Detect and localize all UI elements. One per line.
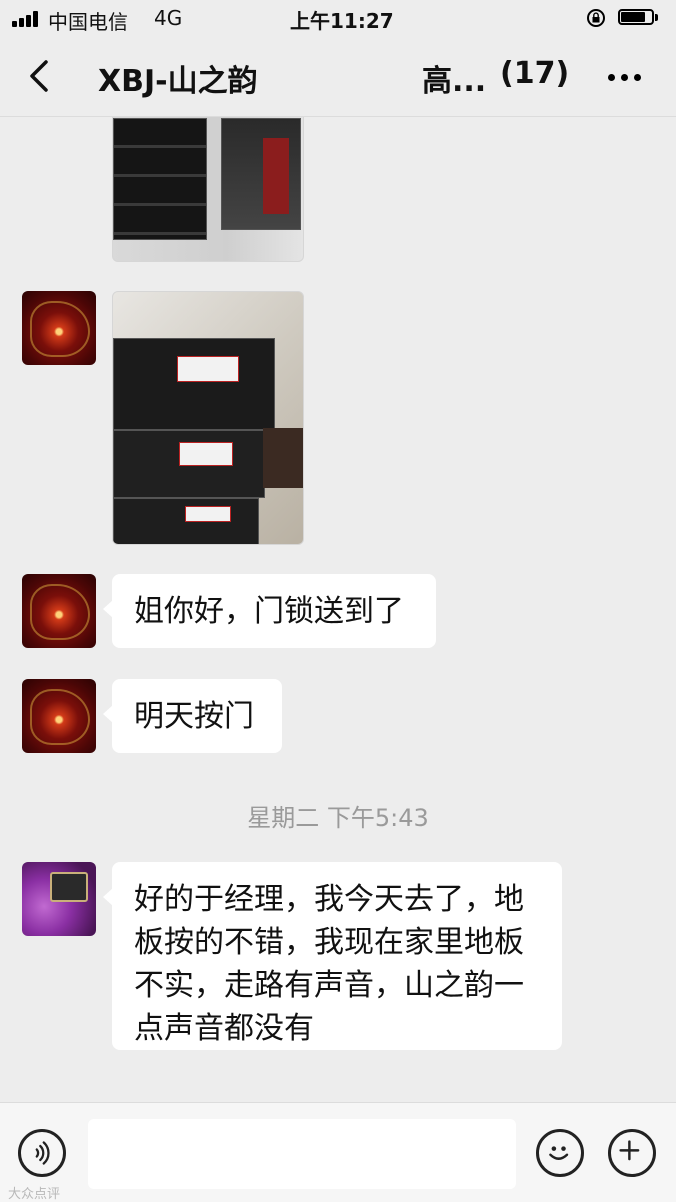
message-bubble[interactable]: 好的于经理，我今天去了，地板按的不错，我现在家里地板不实，走路有声音，山之韵一点… (103, 862, 562, 1050)
more-options-icon[interactable] (600, 56, 650, 96)
avatar[interactable] (22, 574, 96, 648)
member-count: (17) (500, 56, 570, 91)
network-label: 4G (154, 6, 183, 30)
nav-bar: XBJ-山之韵 高... (17) (0, 36, 676, 117)
message-bubble[interactable]: 明天按门 (103, 679, 282, 753)
battery-icon (618, 9, 660, 27)
chat-subtitle: 高... (422, 64, 487, 99)
back-icon[interactable] (18, 54, 62, 98)
status-bar: 中国电信 4G 上午11:27 (0, 0, 676, 36)
chat-title: XBJ-山之韵 (98, 64, 258, 99)
status-time: 上午11:27 (290, 9, 394, 33)
message-text: 好的于经理，我今天去了，地板按的不错，我现在家里地板不实，走路有声音，山之韵一点… (134, 882, 524, 1046)
message-bubble[interactable]: 姐你好，门锁送到了 (103, 574, 436, 648)
emoji-icon[interactable] (536, 1129, 584, 1177)
message-input[interactable] (88, 1119, 516, 1189)
message-timestamp: 星期二 下午5:43 (247, 804, 429, 832)
voice-icon[interactable] (18, 1129, 66, 1177)
input-bar: 大众点评 (0, 1102, 676, 1202)
message-image[interactable] (112, 117, 304, 262)
rotation-lock-icon (587, 9, 605, 27)
signal-icon (12, 10, 42, 27)
message-text: 明天按门 (134, 699, 254, 734)
carrier-label: 中国电信 (48, 10, 128, 34)
avatar[interactable] (22, 679, 96, 753)
message-list: 姐你好，门锁送到了 明天按门 星期二 下午5:43 好的于经理，我今天去了，地板… (0, 117, 676, 1102)
avatar[interactable] (22, 862, 96, 936)
watermark: 大众点评 (8, 1187, 61, 1202)
message-image[interactable] (112, 291, 304, 545)
chat-screen: 中国电信 4G 上午11:27 XBJ-山之韵 高... (17) 姐你好，门锁… (0, 0, 676, 1202)
avatar[interactable] (22, 291, 96, 365)
message-text: 姐你好，门锁送到了 (134, 594, 404, 629)
plus-icon[interactable] (608, 1129, 656, 1177)
